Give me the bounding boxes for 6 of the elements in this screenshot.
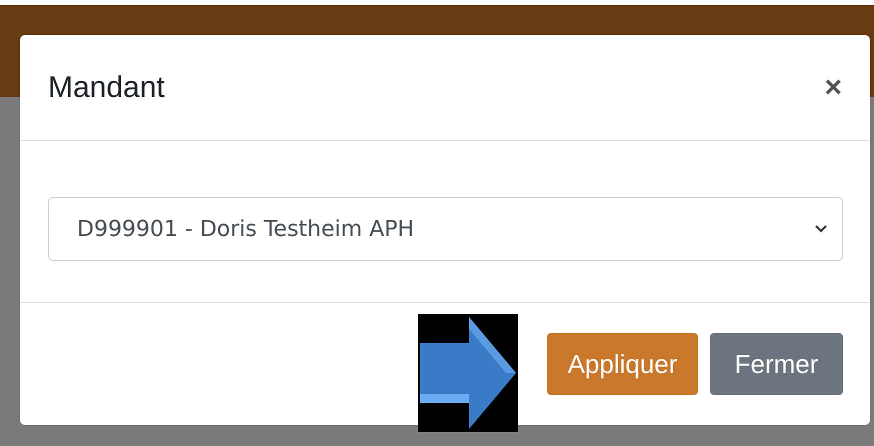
close-button[interactable]: ×: [824, 70, 842, 104]
chevron-down-icon: [814, 224, 828, 234]
arrow-icon: [418, 314, 518, 432]
modal-title: Mandant: [48, 70, 165, 104]
client-select[interactable]: D999901 - Doris Testheim APH: [48, 197, 843, 261]
dialog-button[interactable]: Fermer: [710, 333, 843, 395]
